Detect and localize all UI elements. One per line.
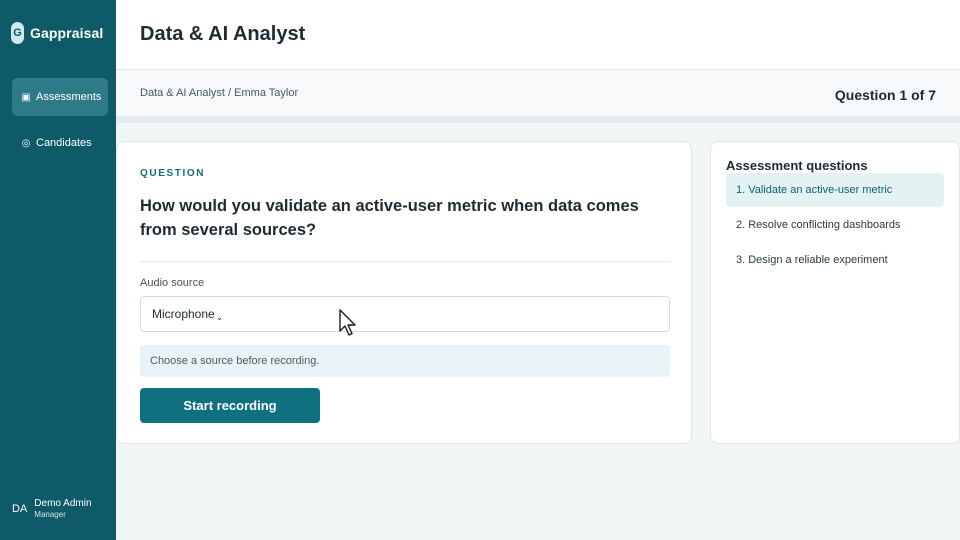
- brand-logo-icon: G: [11, 22, 24, 44]
- question-card: QUESTION How would you validate an activ…: [116, 141, 692, 444]
- question-list: 1. Validate an active-user metric 2. Res…: [726, 173, 944, 278]
- assessment-questions-panel: Assessment questions 1. Validate an acti…: [710, 141, 960, 444]
- user-role: Manager: [34, 510, 66, 519]
- subbar: Data & AI Analyst / Emma Taylor Question…: [116, 70, 960, 118]
- avatar: DA: [12, 503, 28, 515]
- audio-source-select[interactable]: Microphone ⌄: [140, 296, 670, 332]
- question-count: Question 1 of 7: [834, 87, 936, 103]
- user-profile[interactable]: DA Demo Admin Manager: [12, 498, 92, 520]
- recording-hint: Choose a source before recording.: [140, 345, 670, 377]
- sidebar: G Gappraisal ▣ Assessments ◎ Candidates …: [0, 0, 116, 540]
- breadcrumb: Data & AI Analyst / Emma Taylor: [140, 87, 299, 99]
- sidebar-item-candidates[interactable]: ◎ Candidates: [12, 124, 108, 162]
- divider: [116, 116, 960, 123]
- sidebar-item-label: Assessments: [36, 91, 102, 103]
- question-text: How would you validate an active-user me…: [140, 197, 639, 239]
- mouse-cursor-icon: [339, 309, 356, 336]
- question-list-item[interactable]: 1. Validate an active-user metric: [726, 173, 944, 207]
- audio-source-value: Microphone: [152, 307, 215, 321]
- candidates-icon: ◎: [21, 137, 31, 149]
- chevron-down-icon: ⌄: [215, 311, 224, 322]
- user-name: Demo Admin: [34, 498, 92, 509]
- sidebar-nav: ▣ Assessments ◎ Candidates: [12, 78, 108, 170]
- start-recording-button[interactable]: Start recording: [140, 388, 320, 423]
- sidebar-item-assessments[interactable]: ▣ Assessments: [12, 78, 108, 116]
- panel-title: Assessment questions: [726, 158, 868, 173]
- page-title: Data & AI Analyst: [140, 23, 306, 45]
- brand-name: Gappraisal: [30, 25, 104, 41]
- question-list-item[interactable]: 3. Design a reliable experiment: [726, 243, 944, 277]
- question-list-item[interactable]: 2. Resolve conflicting dashboards: [726, 208, 944, 242]
- brand[interactable]: G Gappraisal: [11, 22, 103, 44]
- sidebar-item-label: Candidates: [36, 137, 92, 149]
- list-icon: ▣: [21, 91, 31, 103]
- divider: [140, 261, 670, 262]
- header: Data & AI Analyst: [116, 0, 960, 70]
- question-label: QUESTION: [140, 168, 206, 179]
- audio-source-label: Audio source: [140, 277, 205, 289]
- user-info: Demo Admin Manager: [34, 498, 91, 520]
